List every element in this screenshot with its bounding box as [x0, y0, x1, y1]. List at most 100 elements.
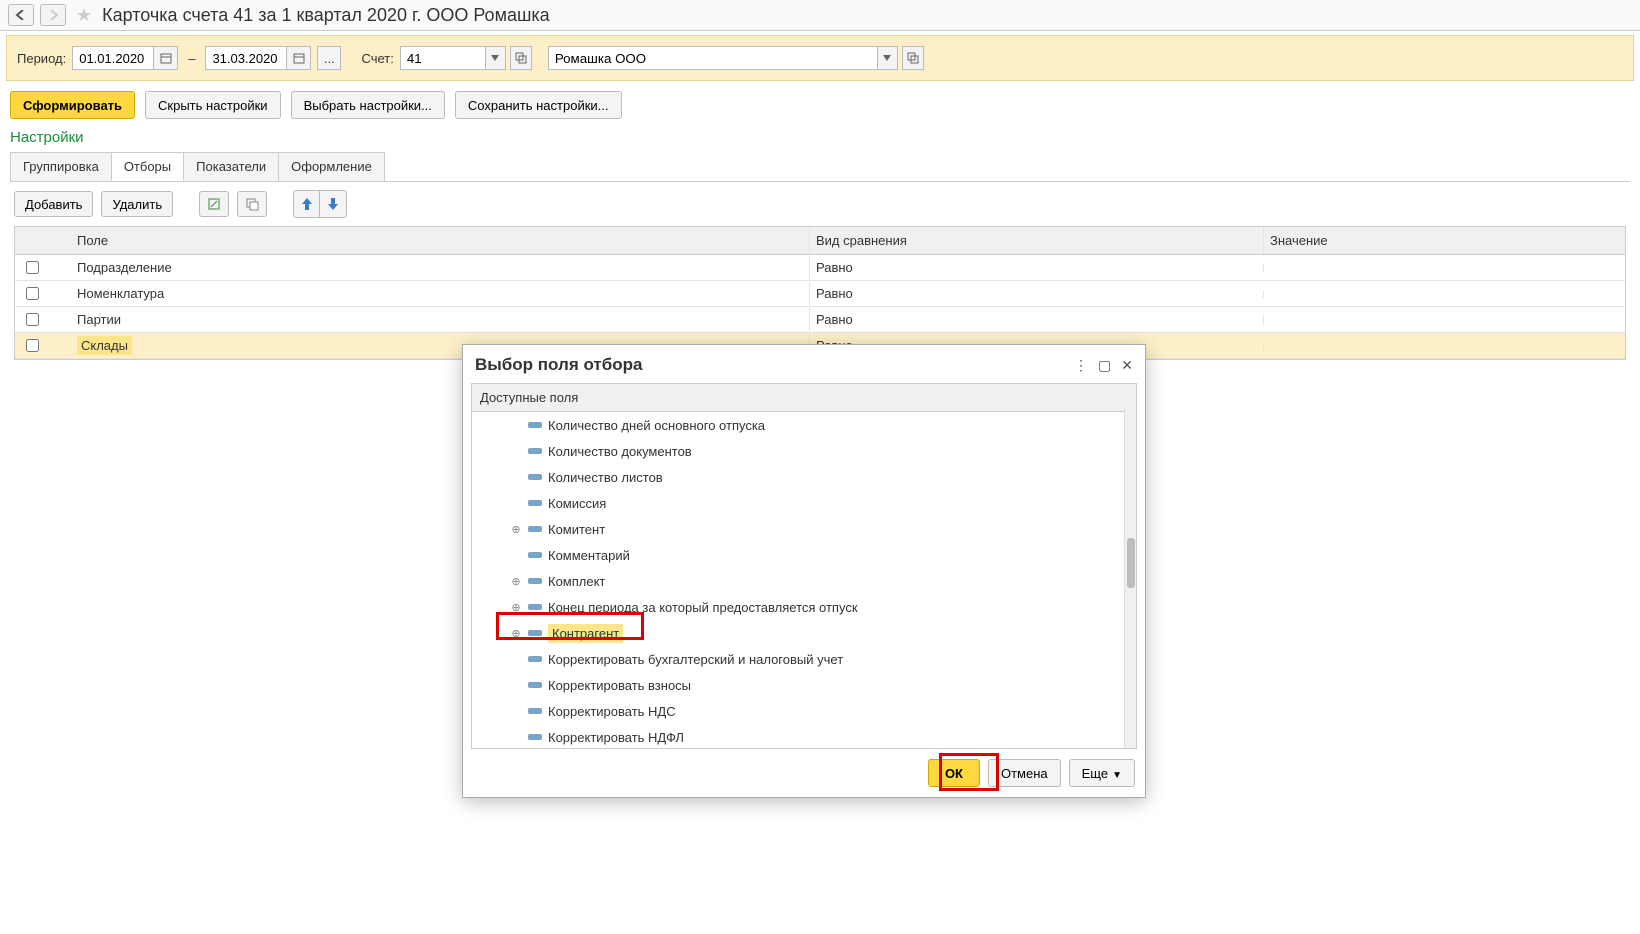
titlebar: ★ Карточка счета 41 за 1 квартал 2020 г.…	[0, 0, 1640, 31]
list-item[interactable]: ⊕ Комитент	[472, 516, 1136, 542]
field-select-dialog: Выбор поля отбора ⋮ ▢ ✕ Доступные поля К…	[462, 344, 1146, 798]
col-comp-header: Вид сравнения	[809, 227, 1263, 254]
date-to-wrap	[205, 46, 311, 70]
org-dropdown-button[interactable]	[878, 46, 898, 70]
table-row[interactable]: НоменклатураРавно	[15, 281, 1625, 307]
choose-settings-button[interactable]: Выбрать настройки...	[291, 91, 445, 119]
account-input[interactable]	[400, 46, 486, 70]
list-item-label: Корректировать НДФЛ	[548, 730, 684, 745]
cancel-button[interactable]: Отмена	[988, 759, 1061, 787]
dialog-more-icon[interactable]: ⋮	[1074, 357, 1088, 374]
hide-settings-button[interactable]: Скрыть настройки	[145, 91, 281, 119]
row-checkbox[interactable]	[26, 287, 39, 300]
list-item[interactable]: Количество дней основного отпуска	[472, 412, 1136, 438]
nav-back-button[interactable]	[8, 4, 34, 26]
col-val-header: Значение	[1263, 227, 1625, 254]
list-item[interactable]: Количество документов	[472, 438, 1136, 464]
list-item[interactable]: Комиссия	[472, 490, 1136, 516]
dialog-footer: ОК Отмена Еще▼	[463, 749, 1145, 797]
filters-toolbar: Добавить Удалить	[0, 182, 1640, 226]
list-item[interactable]: ⊕ Контрагент	[472, 620, 1136, 646]
date-from-input[interactable]	[72, 46, 154, 70]
move-down-button[interactable]	[320, 191, 346, 217]
expand-toggle-icon[interactable]: ⊕	[510, 601, 522, 613]
available-fields-header: Доступные поля	[472, 384, 1136, 412]
list-item-label: Комиссия	[548, 496, 606, 511]
add-filter-button[interactable]: Добавить	[14, 191, 93, 217]
date-to-calendar-button[interactable]	[287, 46, 311, 70]
account-dropdown-button[interactable]	[486, 46, 506, 70]
table-row[interactable]: ПартииРавно	[15, 307, 1625, 333]
nav-forward-button[interactable]	[40, 4, 66, 26]
move-up-button[interactable]	[294, 191, 320, 217]
date-from-calendar-button[interactable]	[154, 46, 178, 70]
list-item-label: Корректировать НДС	[548, 704, 676, 719]
list-item[interactable]: Корректировать НДФЛ	[472, 724, 1136, 748]
row-checkbox[interactable]	[26, 339, 39, 352]
ok-button[interactable]: ОК	[928, 759, 980, 787]
dialog-maximize-icon[interactable]: ▢	[1098, 357, 1111, 374]
account-open-button[interactable]	[510, 46, 532, 70]
list-item[interactable]: Корректировать бухгалтерский и налоговый…	[472, 646, 1136, 672]
list-item-label: Корректировать взносы	[548, 678, 691, 693]
more-button[interactable]: Еще▼	[1069, 759, 1135, 787]
org-open-button[interactable]	[902, 46, 924, 70]
expand-toggle-icon[interactable]: ⊕	[510, 523, 522, 535]
field-type-icon	[528, 422, 542, 428]
dialog-titlebar: Выбор поля отбора ⋮ ▢ ✕	[463, 345, 1145, 383]
edit-icon-button[interactable]	[199, 191, 229, 217]
row-field: Номенклатура	[71, 282, 809, 305]
row-checkbox[interactable]	[26, 261, 39, 274]
list-item-label: Корректировать бухгалтерский и налоговый…	[548, 652, 843, 667]
list-item[interactable]: Комментарий	[472, 542, 1136, 568]
table-row[interactable]: ПодразделениеРавно	[15, 255, 1625, 281]
row-value	[1263, 316, 1625, 324]
field-type-icon	[528, 474, 542, 480]
favorite-star-icon[interactable]: ★	[76, 5, 92, 26]
period-label: Период:	[17, 51, 66, 66]
list-item-label: Контрагент	[548, 624, 623, 643]
scrollbar-thumb[interactable]	[1127, 538, 1135, 588]
list-item[interactable]: Корректировать НДС	[472, 698, 1136, 724]
period-toolbar: Период: – ... Счет:	[6, 35, 1634, 81]
list-item-label: Количество документов	[548, 444, 692, 459]
list-item[interactable]: Количество листов	[472, 464, 1136, 490]
field-type-icon	[528, 604, 542, 610]
list-item-label: Комитент	[548, 522, 605, 537]
date-to-input[interactable]	[205, 46, 287, 70]
org-input[interactable]	[548, 46, 878, 70]
settings-tabs: Группировка Отборы Показатели Оформление	[10, 152, 1630, 182]
form-report-button[interactable]: Сформировать	[10, 91, 135, 119]
period-select-button[interactable]: ...	[317, 46, 341, 70]
field-type-icon	[528, 578, 542, 584]
row-field: Партии	[71, 308, 809, 331]
list-item[interactable]: ⊕Конец периода за который предоставляетс…	[472, 594, 1136, 620]
tab-design[interactable]: Оформление	[278, 152, 385, 181]
actions-row: Сформировать Скрыть настройки Выбрать на…	[0, 81, 1640, 125]
available-fields-list[interactable]: Количество дней основного отпуска Количес…	[472, 412, 1136, 748]
row-value	[1263, 290, 1625, 298]
tab-grouping[interactable]: Группировка	[10, 152, 112, 181]
list-item-label: Количество дней основного отпуска	[548, 418, 765, 433]
tab-filters[interactable]: Отборы	[111, 152, 184, 181]
move-group	[293, 190, 347, 218]
list-item[interactable]: Корректировать взносы	[472, 672, 1136, 698]
dialog-scrollbar[interactable]	[1124, 408, 1136, 748]
page-title: Карточка счета 41 за 1 квартал 2020 г. О…	[102, 5, 550, 26]
copy-icon-button[interactable]	[237, 191, 267, 217]
tab-indicators[interactable]: Показатели	[183, 152, 279, 181]
row-checkbox[interactable]	[26, 313, 39, 326]
delete-filter-button[interactable]: Удалить	[101, 191, 173, 217]
row-comparison: Равно	[809, 282, 1263, 305]
expand-toggle-icon[interactable]: ⊕	[510, 627, 522, 639]
list-item[interactable]: ⊕Комплект	[472, 568, 1136, 594]
field-type-icon	[528, 552, 542, 558]
dialog-body: Доступные поля Количество дней основного…	[471, 383, 1137, 749]
dialog-close-icon[interactable]: ✕	[1121, 357, 1133, 374]
account-wrap	[400, 46, 532, 70]
period-dash: –	[188, 51, 195, 66]
list-item-label: Количество листов	[548, 470, 663, 485]
expand-toggle-icon[interactable]: ⊕	[510, 575, 522, 587]
save-settings-button[interactable]: Сохранить настройки...	[455, 91, 622, 119]
list-item-label: Комментарий	[548, 548, 630, 563]
